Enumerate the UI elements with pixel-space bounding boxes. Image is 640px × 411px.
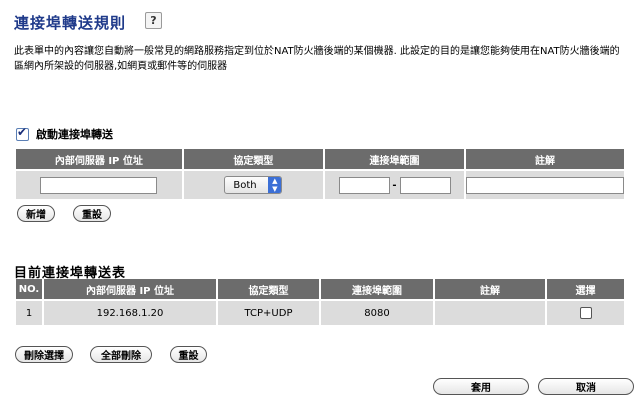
- row-ip: 192.168.1.20: [44, 301, 216, 325]
- apply-button[interactable]: 套用: [433, 378, 529, 395]
- page-title: 連接埠轉送規則: [14, 14, 127, 32]
- enable-label: 啟動連接埠轉送: [36, 128, 113, 141]
- cancel-button[interactable]: 取消: [538, 378, 634, 395]
- header-port-range: 連接埠範圍: [325, 149, 464, 169]
- page-description: 此表單中的內容讓您自動將一般常見的網路服務指定到位於NAT防火牆後端的某個機器.…: [14, 46, 620, 72]
- row-comment: [435, 301, 545, 325]
- comment-input[interactable]: [466, 176, 624, 194]
- delete-all-button[interactable]: 全部刪除: [90, 346, 152, 363]
- protocol-select[interactable]: Both ▲ ▼: [224, 176, 283, 194]
- enable-port-forwarding: 啟動連接埠轉送: [16, 125, 113, 142]
- form-reset-button[interactable]: 重設: [73, 205, 111, 222]
- delete-selected-button[interactable]: 刪除選擇: [15, 346, 73, 363]
- col-port-range: 連接埠範圍: [321, 279, 433, 299]
- col-ip: 內部伺服器 IP 位址: [44, 279, 216, 299]
- current-forwarding-table: NO. 內部伺服器 IP 位址 協定類型 連接埠範圍 註解 選擇 1 192.1…: [14, 277, 626, 327]
- cell-comment: [466, 171, 624, 199]
- header-comment: 註解: [466, 149, 624, 169]
- header-protocol: 協定類型: [183, 149, 324, 169]
- row-protocol: TCP+UDP: [218, 301, 319, 325]
- col-protocol: 協定類型: [218, 279, 319, 299]
- cell-protocol: Both ▲ ▼: [183, 171, 324, 199]
- row-select-checkbox[interactable]: [579, 307, 592, 319]
- cell-port-range: -: [325, 171, 464, 199]
- table-row: 1 192.168.1.20 TCP+UDP 8080: [16, 301, 624, 325]
- col-no: NO.: [16, 279, 42, 299]
- help-icon[interactable]: ?: [145, 12, 162, 29]
- protocol-select-value: Both: [233, 179, 257, 191]
- col-comment: 註解: [435, 279, 545, 299]
- row-port: 8080: [321, 301, 433, 325]
- port-forward-form-table: 內部伺服器 IP 位址 協定類型 連接埠範圍 註解 Both ▲ ▼ -: [14, 147, 626, 201]
- ip-address-input[interactable]: [40, 176, 158, 194]
- header-ip: 內部伺服器 IP 位址: [16, 149, 182, 169]
- port-separator: -: [392, 179, 397, 191]
- enable-checkbox[interactable]: [16, 125, 29, 141]
- table-reset-button[interactable]: 重設: [170, 346, 207, 363]
- cell-ip: [16, 171, 182, 199]
- col-select: 選擇: [547, 279, 624, 299]
- select-arrows-icon: ▲ ▼: [268, 177, 282, 193]
- add-button[interactable]: 新增: [17, 205, 55, 222]
- row-no: 1: [16, 301, 42, 325]
- port-from-input[interactable]: [338, 176, 390, 194]
- port-to-input[interactable]: [399, 176, 451, 194]
- row-select: [547, 301, 624, 325]
